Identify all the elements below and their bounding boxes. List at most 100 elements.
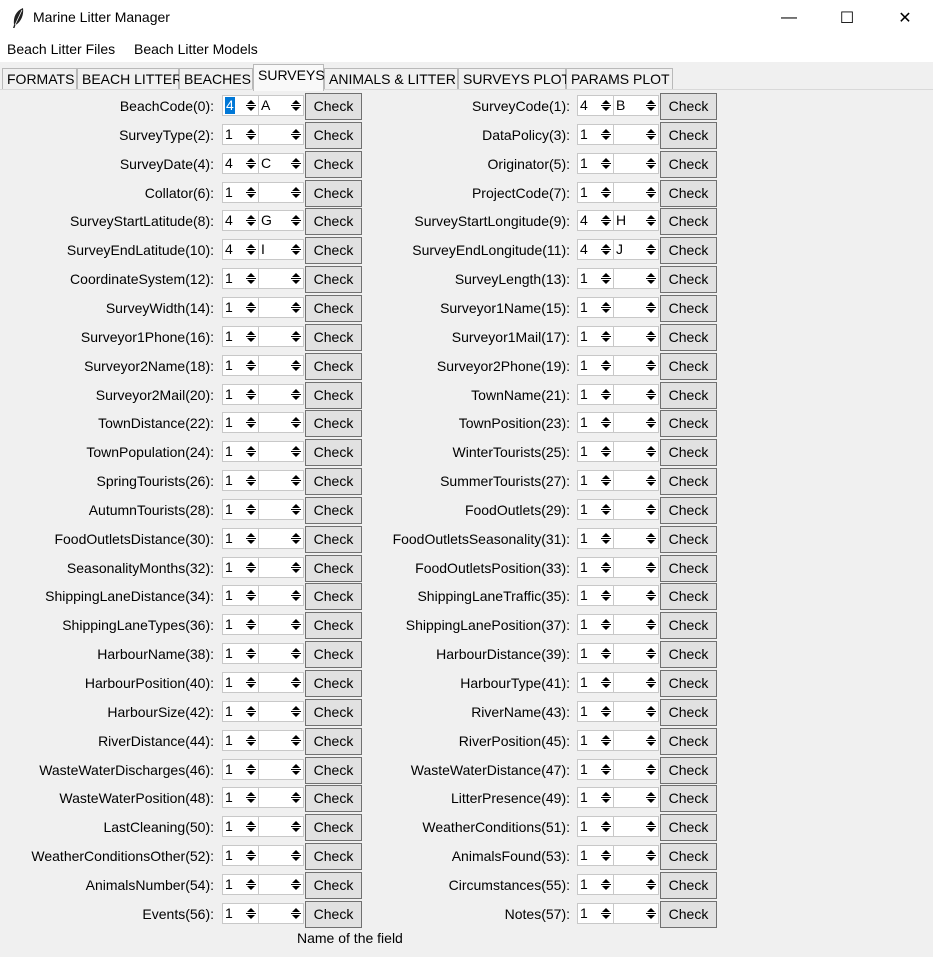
- check-button[interactable]: Check: [660, 496, 717, 524]
- spin-arrows-icon[interactable]: [645, 876, 657, 893]
- spin-arrows-icon[interactable]: [645, 155, 657, 172]
- column-number-spinbox[interactable]: 1: [577, 296, 614, 318]
- tab-beaches[interactable]: BEACHES: [179, 68, 253, 90]
- spin-arrows-icon[interactable]: [600, 645, 612, 662]
- column-letter-spinbox[interactable]: [613, 470, 659, 492]
- spin-arrows-icon[interactable]: [645, 241, 657, 258]
- column-number-spinbox[interactable]: 1: [577, 643, 614, 665]
- check-button[interactable]: Check: [660, 179, 717, 207]
- close-button[interactable]: ✕: [876, 0, 933, 36]
- column-letter-spinbox[interactable]: [613, 556, 659, 578]
- check-button[interactable]: Check: [660, 439, 717, 467]
- column-letter-spinbox[interactable]: [613, 441, 659, 463]
- column-number-spinbox[interactable]: 1: [577, 873, 614, 895]
- spin-arrows-icon[interactable]: [645, 386, 657, 403]
- column-letter-spinbox[interactable]: [613, 758, 659, 780]
- column-letter-spinbox[interactable]: [613, 845, 659, 867]
- column-letter-spinbox[interactable]: B: [613, 95, 659, 116]
- column-letter-spinbox[interactable]: H: [613, 210, 659, 232]
- spin-arrows-icon[interactable]: [600, 703, 612, 720]
- check-button[interactable]: Check: [660, 93, 717, 120]
- check-button[interactable]: Check: [660, 121, 717, 149]
- spin-arrows-icon[interactable]: [600, 587, 612, 604]
- column-letter-spinbox[interactable]: [613, 672, 659, 693]
- spin-arrows-icon[interactable]: [600, 241, 612, 258]
- spin-arrows-icon[interactable]: [600, 530, 612, 547]
- column-letter-spinbox[interactable]: [613, 498, 659, 520]
- spin-arrows-icon[interactable]: [600, 559, 612, 576]
- spin-arrows-icon[interactable]: [645, 587, 657, 604]
- column-letter-spinbox[interactable]: J: [613, 239, 659, 261]
- column-letter-spinbox[interactable]: [613, 902, 659, 924]
- column-number-spinbox[interactable]: 1: [577, 902, 614, 924]
- check-button[interactable]: Check: [660, 612, 717, 640]
- check-button[interactable]: Check: [660, 554, 717, 582]
- tab-surveys-plot[interactable]: SURVEYS PLOT: [458, 68, 570, 90]
- spin-arrows-icon[interactable]: [645, 530, 657, 547]
- spin-arrows-icon[interactable]: [645, 472, 657, 489]
- menu-beach-litter-models[interactable]: Beach Litter Models: [134, 41, 258, 57]
- tab-animals-litter[interactable]: ANIMALS & LITTER: [324, 68, 458, 90]
- spin-arrows-icon[interactable]: [600, 299, 612, 316]
- spin-arrows-icon[interactable]: [645, 328, 657, 345]
- column-number-spinbox[interactable]: 1: [577, 672, 614, 693]
- tab-surveys[interactable]: SURVEYS: [253, 64, 325, 91]
- spin-arrows-icon[interactable]: [600, 847, 612, 864]
- column-letter-spinbox[interactable]: [613, 729, 659, 751]
- column-letter-spinbox[interactable]: [613, 643, 659, 665]
- column-letter-spinbox[interactable]: [613, 873, 659, 895]
- column-number-spinbox[interactable]: 1: [577, 614, 614, 636]
- spin-arrows-icon[interactable]: [600, 270, 612, 287]
- check-button[interactable]: Check: [660, 381, 717, 409]
- check-button[interactable]: Check: [660, 843, 717, 871]
- spin-arrows-icon[interactable]: [645, 501, 657, 518]
- spin-arrows-icon[interactable]: [600, 876, 612, 893]
- spin-arrows-icon[interactable]: [600, 212, 612, 229]
- column-number-spinbox[interactable]: 1: [577, 152, 614, 174]
- column-letter-spinbox[interactable]: [613, 152, 659, 174]
- check-button[interactable]: Check: [660, 323, 717, 351]
- column-number-spinbox[interactable]: 1: [577, 585, 614, 607]
- check-button[interactable]: Check: [660, 583, 717, 611]
- spin-arrows-icon[interactable]: [645, 789, 657, 806]
- column-letter-spinbox[interactable]: [613, 787, 659, 809]
- column-number-spinbox[interactable]: 1: [577, 527, 614, 549]
- check-button[interactable]: Check: [660, 871, 717, 899]
- spin-arrows-icon[interactable]: [600, 184, 612, 201]
- column-number-spinbox[interactable]: 4: [577, 239, 614, 261]
- tab-formats[interactable]: FORMATS: [2, 68, 77, 90]
- spin-arrows-icon[interactable]: [645, 847, 657, 864]
- column-number-spinbox[interactable]: 1: [577, 700, 614, 722]
- check-button[interactable]: Check: [660, 410, 717, 438]
- column-letter-spinbox[interactable]: [613, 123, 659, 145]
- column-number-spinbox[interactable]: 1: [577, 412, 614, 434]
- column-number-spinbox[interactable]: 1: [577, 729, 614, 751]
- spin-arrows-icon[interactable]: [600, 501, 612, 518]
- column-number-spinbox[interactable]: 4: [577, 95, 614, 116]
- column-number-spinbox[interactable]: 1: [577, 325, 614, 347]
- check-button[interactable]: Check: [660, 641, 717, 669]
- column-letter-spinbox[interactable]: [613, 354, 659, 376]
- column-number-spinbox[interactable]: 1: [577, 441, 614, 463]
- spin-arrows-icon[interactable]: [600, 818, 612, 835]
- spin-arrows-icon[interactable]: [600, 472, 612, 489]
- spin-arrows-icon[interactable]: [645, 414, 657, 431]
- spin-arrows-icon[interactable]: [600, 328, 612, 345]
- column-letter-spinbox[interactable]: [613, 816, 659, 838]
- check-button[interactable]: Check: [660, 150, 717, 178]
- spin-arrows-icon[interactable]: [600, 732, 612, 749]
- check-button[interactable]: Check: [660, 900, 717, 928]
- column-number-spinbox[interactable]: 1: [577, 758, 614, 780]
- column-number-spinbox[interactable]: 1: [577, 816, 614, 838]
- spin-arrows-icon[interactable]: [645, 645, 657, 662]
- check-button[interactable]: Check: [660, 352, 717, 380]
- spin-arrows-icon[interactable]: [600, 126, 612, 143]
- check-button[interactable]: Check: [660, 698, 717, 726]
- spin-arrows-icon[interactable]: [600, 761, 612, 778]
- check-button[interactable]: Check: [660, 525, 717, 553]
- column-number-spinbox[interactable]: 1: [577, 354, 614, 376]
- column-number-spinbox[interactable]: 1: [577, 845, 614, 867]
- spin-arrows-icon[interactable]: [600, 97, 612, 114]
- column-number-spinbox[interactable]: 1: [577, 383, 614, 405]
- spin-arrows-icon[interactable]: [645, 97, 657, 114]
